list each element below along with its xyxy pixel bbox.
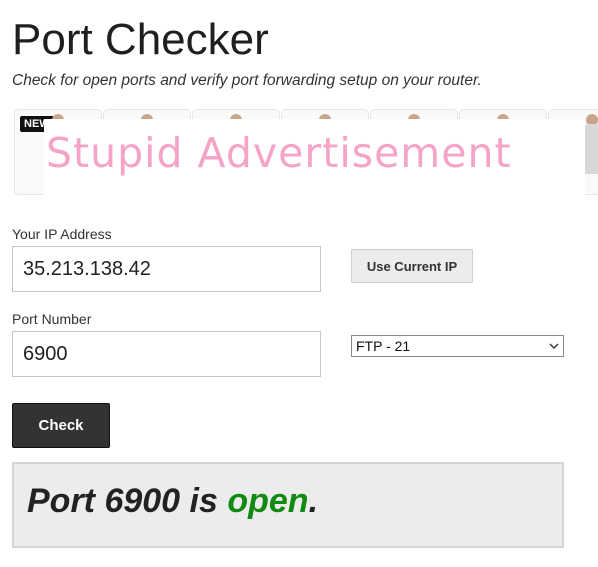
port-number-label: Port Number [12,311,92,327]
result-prefix: Port 6900 is [27,482,228,520]
check-button[interactable]: Check [12,403,110,448]
ip-address-label: Your IP Address [12,226,112,242]
advertisement-banner[interactable]: NEW Stupid Advertisement [14,109,598,195]
port-number-input[interactable] [12,331,321,377]
result-message: Port 6900 is open. [27,482,318,521]
result-status: open [227,482,309,520]
use-current-ip-button[interactable]: Use Current IP [351,249,473,283]
ip-address-input[interactable] [12,246,321,292]
page-title: Port Checker [12,15,269,64]
result-panel: Port 6900 is open. [12,462,564,548]
result-suffix: . [308,482,319,520]
service-select[interactable]: FTP - 21 [351,335,564,357]
chevron-down-icon [549,343,559,349]
ad-text: Stupid Advertisement [46,129,512,177]
page-subtitle: Check for open ports and verify port for… [12,72,482,89]
service-select-value: FTP - 21 [356,338,411,354]
